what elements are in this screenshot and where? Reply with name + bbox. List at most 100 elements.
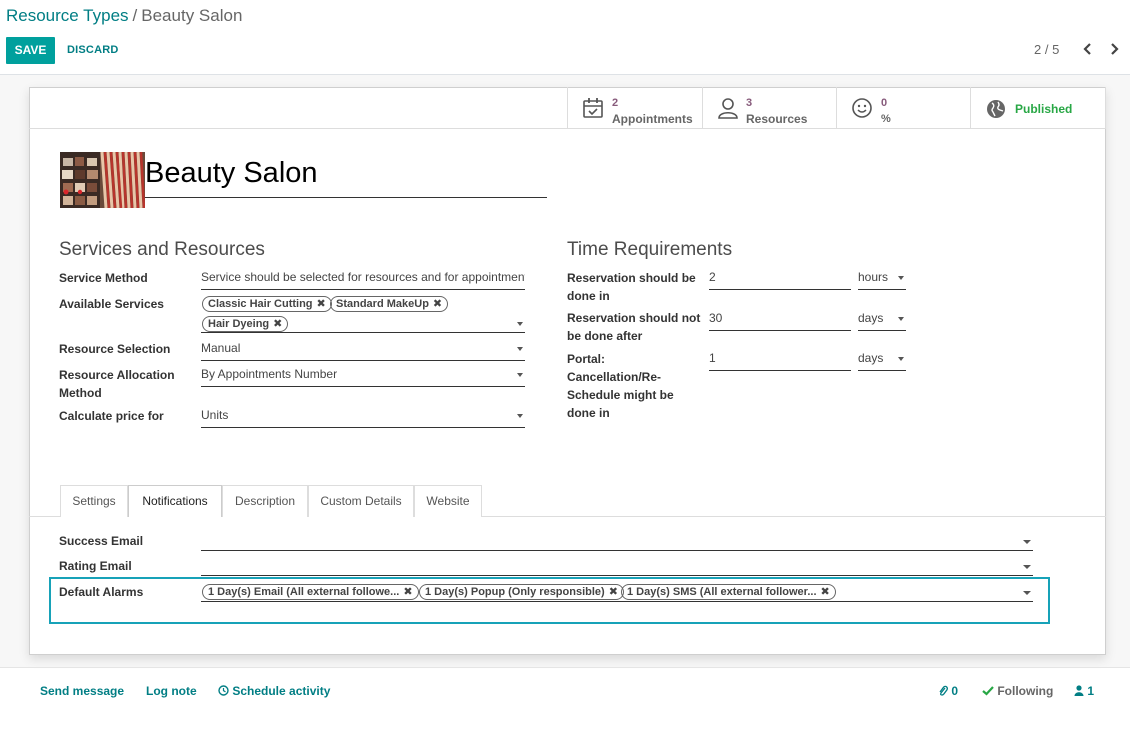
calculate-price-value: Units [201,408,229,422]
discard-button[interactable]: DISCARD [67,37,119,64]
service-method-value: Service should be selected for resources… [201,270,525,284]
reservation-not-after-value: 30 [709,311,723,325]
remove-tag-icon[interactable]: ✖ [403,586,412,598]
remove-tag-icon[interactable]: ✖ [317,298,326,310]
published-label: Published [1015,102,1073,116]
rating-label: % [881,113,891,125]
resource-allocation-value: By Appointments Number [201,367,338,381]
followers-count: 1 [1087,684,1095,698]
resources-count: 3 [746,97,753,109]
portal-cancellation-unit: days [858,351,884,365]
breadcrumb-parent-link[interactable]: Resource Types [6,6,129,25]
caret-down-icon [898,276,904,280]
portal-cancellation-value: 1 [709,351,716,365]
remove-tag-icon[interactable]: ✖ [433,298,442,310]
breadcrumb-separator: / [132,6,138,25]
send-message-button[interactable]: Send message [40,684,124,698]
reservation-not-after-label: Reservation should not be done after [567,311,701,343]
caret-down-icon [898,317,904,321]
remove-tag-icon[interactable]: ✖ [609,586,618,598]
portal-cancellation-label: Portal: Cancellation/Re- Schedule might … [567,352,674,420]
appointments-smart-button[interactable]: 2 Appointments [567,87,702,129]
user-icon [1074,685,1084,696]
check-icon [982,686,994,696]
resource-allocation-select[interactable]: By Appointments Number [201,367,525,387]
resource-selection-select[interactable]: Manual [201,341,525,361]
chevron-left-icon[interactable] [1080,40,1096,58]
caret-down-icon [898,357,904,361]
smart-button-box: 2 Appointments 3 Resources 0 % Published [567,87,1106,129]
reservation-before-input[interactable]: 2 [709,270,851,290]
resource-type-image[interactable] [60,152,145,208]
clock-icon [218,685,229,696]
remove-tag-icon[interactable]: ✖ [273,318,282,330]
success-email-select[interactable] [201,532,1033,551]
reservation-before-label: Reservation should be done in [567,271,696,303]
breadcrumb: Resource Types / Beauty Salon [6,6,242,26]
service-method-label: Service Method [59,271,148,285]
resources-smart-button[interactable]: 3 Resources [702,87,836,129]
service-tag: Classic Hair Cutting ✖ [202,296,332,312]
caret-down-icon [517,373,523,377]
published-smart-button[interactable]: Published [970,87,1106,129]
calculate-price-select[interactable]: Units [201,408,525,428]
remove-tag-icon[interactable]: ✖ [821,586,830,598]
service-method-field[interactable]: Service should be selected for resources… [201,270,525,290]
rating-count: 0 [881,97,888,109]
globe-icon [987,100,1005,118]
attachments-button[interactable]: 0 [938,684,958,698]
rating-email-select[interactable] [201,557,1033,576]
success-email-label: Success Email [59,534,144,548]
tab-notifications[interactable]: Notifications [128,485,222,517]
default-alarms-field[interactable]: 1 Day(s) Email (All external followe... ✖… [201,583,1033,602]
chatter-log-note: Log note [146,684,197,698]
chevron-right-icon[interactable] [1106,40,1122,58]
followers-button[interactable]: 1 [1074,684,1094,698]
rating-email-label: Rating Email [59,559,132,573]
portal-cancellation-unit-select[interactable]: days [858,351,906,371]
schedule-activity-label: Schedule activity [232,684,331,698]
reservation-not-after-unit-select[interactable]: days [858,311,906,331]
button-box-divider [29,128,1106,129]
attachments-count: 0 [951,684,959,698]
caret-down-icon[interactable] [1023,591,1031,595]
caret-down-icon [1023,565,1031,569]
time-group-title: Time Requirements [567,239,733,260]
resource-allocation-label: Resource Allocation Method [59,368,175,400]
following-button[interactable]: Following [982,684,1053,698]
tab-custom-details[interactable]: Custom Details [308,485,414,517]
rating-smart-button[interactable]: 0 % [836,87,970,129]
alarm-tag: 1 Day(s) Email (All external followe... ✖ [202,584,419,600]
paperclip-icon [939,685,948,696]
portal-cancellation-input[interactable]: 1 [709,351,851,371]
services-group-title: Services and Resources [59,239,265,260]
alarm-tag: 1 Day(s) Popup (Only responsible) ✖ [419,584,624,600]
reservation-before-unit-select[interactable]: hours [858,270,906,290]
calculate-price-label: Calculate price for [59,409,164,423]
following-label: Following [997,684,1054,698]
log-note-button[interactable]: Log note [146,684,197,698]
user-icon [718,98,738,119]
resource-selection-label: Resource Selection [59,342,171,356]
record-name[interactable]: Beauty Salon [145,156,318,190]
caret-down-icon [517,414,523,418]
tab-description[interactable]: Description [222,485,308,517]
record-name-underline [145,197,547,198]
pager-value[interactable]: 2 / 5 [1034,42,1059,57]
schedule-activity-button[interactable]: Schedule activity [218,684,330,698]
resources-label: Resources [746,112,808,126]
available-services-field[interactable]: Classic Hair Cutting ✖ Standard MakeUp ✖ H… [201,296,525,333]
caret-down-icon [1023,540,1031,544]
tab-website[interactable]: Website [414,485,482,517]
available-services-label: Available Services [59,297,164,311]
reservation-not-after-input[interactable]: 30 [709,311,851,331]
resource-selection-value: Manual [201,341,241,355]
tab-settings[interactable]: Settings [60,485,128,517]
appointments-label: Appointments [612,112,693,126]
caret-down-icon [517,347,523,351]
caret-down-icon[interactable] [517,322,523,326]
reservation-before-unit: hours [858,270,889,284]
chatter-divider [0,667,1130,668]
service-tag: Standard MakeUp ✖ [330,296,449,312]
save-button[interactable]: SAVE [6,37,55,64]
